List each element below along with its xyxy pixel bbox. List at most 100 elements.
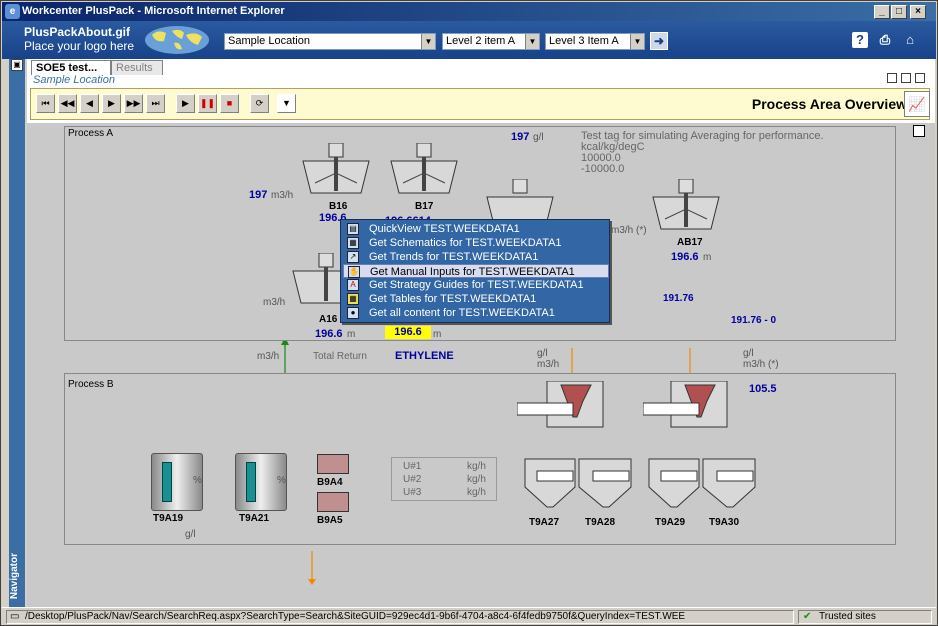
menu-item-manual-inputs[interactable]: ✋ Get Manual Inputs for TEST.WEEKDATA1 — [343, 264, 609, 278]
first-icon[interactable]: ⏮ — [36, 94, 55, 113]
level3-select[interactable]: Level 3 Item A ▼ — [545, 33, 645, 50]
menu-item-all-content[interactable]: ● Get all content for TEST.WEEKDATA1 — [343, 306, 609, 320]
dropdown-icon[interactable]: ▼ — [277, 94, 296, 113]
total-return-label: Total Return — [313, 351, 367, 362]
tag-b9a4[interactable]: B9A4 — [317, 477, 343, 488]
blower-b9a5-icon[interactable] — [317, 492, 349, 512]
step-back-icon[interactable]: ◀ — [80, 94, 99, 113]
top-flow-unit: g/l — [533, 132, 544, 143]
security-zone-text: Trusted sites — [819, 611, 876, 622]
return-unit: m3/h — [257, 351, 280, 362]
menu-item-schematics[interactable]: ▦ Get Schematics for TEST.WEEKDATA1 — [343, 236, 609, 250]
expand-icon[interactable] — [913, 125, 925, 137]
u1-unit: kg/h — [467, 461, 486, 472]
status-url-text: /Desktop/PlusPack/Nav/Search/SearchReq.a… — [25, 611, 686, 622]
last-icon[interactable]: ⏭ — [146, 94, 165, 113]
window-icon[interactable] — [901, 73, 911, 83]
tag-b16[interactable]: B16 — [329, 201, 347, 212]
step-forward-icon[interactable]: ▶ — [102, 94, 121, 113]
logo-filename: PlusPackAbout.gif — [24, 25, 131, 39]
mid-m3h-right: m3/h (*) — [743, 359, 779, 370]
value-range[interactable]: 191.76 - 0 — [731, 315, 776, 326]
highlighted-value[interactable]: 196.6 — [385, 326, 431, 339]
chevron-down-icon: ▼ — [421, 34, 435, 49]
tag-t9a19[interactable]: T9A19 — [153, 513, 183, 524]
process-a-label: Process A — [68, 128, 114, 139]
tag-ab17[interactable]: AB17 — [677, 237, 703, 248]
breadcrumb-location: Sample Location — [33, 74, 115, 86]
tag-b17[interactable]: B17 — [415, 201, 433, 212]
tab-soe5[interactable]: SOE5 test... — [31, 60, 111, 75]
silos-left-icon — [524, 458, 632, 508]
menu-item-label: Get Schematics for TEST.WEEKDATA1 — [369, 237, 562, 249]
logo-placeholder: Place your logo here — [24, 39, 135, 53]
stop-icon[interactable]: ■ — [220, 94, 239, 113]
chevron-down-icon: ▼ — [630, 34, 644, 49]
tag-b9a5[interactable]: B9A5 — [317, 515, 343, 526]
navigator-toggle-icon[interactable]: ▣ — [11, 59, 23, 71]
table-icon: ▦ — [347, 293, 359, 305]
pause-icon[interactable]: ❚❚ — [198, 94, 217, 113]
tag-a16[interactable]: A16 — [319, 314, 337, 325]
navigator-panel[interactable]: Navigator — [9, 59, 25, 607]
window-close-icon[interactable] — [915, 73, 925, 83]
page-icon: ▭ — [10, 611, 20, 622]
silos-right-icon — [648, 458, 756, 508]
tab-results[interactable]: Results — [111, 60, 163, 75]
value-ab17[interactable]: 196.6 — [671, 251, 699, 263]
tag-t9a29[interactable]: T9A29 — [655, 517, 685, 528]
value-105-5[interactable]: 105.5 — [749, 383, 777, 395]
t9a21-pct: % — [277, 475, 286, 486]
print-icon[interactable]: ⎙ — [877, 32, 893, 48]
top-flow-value[interactable]: 197 — [511, 131, 529, 143]
refresh-icon[interactable]: ⟳ — [250, 94, 269, 113]
menu-item-label: Get all content for TEST.WEEKDATA1 — [369, 307, 555, 319]
cyclone-left-icon — [517, 381, 604, 428]
blower-b9a4-icon[interactable] — [317, 454, 349, 474]
menu-item-tables[interactable]: ▦ Get Tables for TEST.WEEKDATA1 — [343, 292, 609, 306]
menu-item-strategy-guides[interactable]: A Get Strategy Guides for TEST.WEEKDATA1 — [343, 278, 609, 292]
mixer-ab17-icon — [652, 179, 720, 230]
quickview-icon: ▤ — [347, 223, 359, 235]
trend-chart-icon[interactable]: 📈 — [904, 91, 930, 117]
menu-item-label: Get Trends for TEST.WEEKDATA1 — [369, 251, 539, 263]
minimize-button[interactable]: _ — [874, 5, 890, 19]
menu-item-label: QuickView TEST.WEEKDATA1 — [369, 223, 520, 235]
level3-select-value: Level 3 Item A — [549, 35, 619, 47]
flow-unit-star: m3/h (*) — [611, 225, 647, 236]
help-icon[interactable]: ? — [852, 32, 868, 48]
mixer-b17-icon — [390, 143, 458, 194]
menu-item-quickview[interactable]: ▤ QuickView TEST.WEEKDATA1 — [343, 222, 609, 236]
status-url: ▭ /Desktop/PlusPack/Nav/Search/SearchReq… — [6, 610, 794, 624]
tag-t9a28[interactable]: T9A28 — [585, 517, 615, 528]
go-arrow-button[interactable]: ➜ — [650, 32, 668, 50]
globe-icon: ● — [347, 307, 359, 319]
value-a16[interactable]: 196.6 — [315, 328, 343, 340]
menu-item-trends[interactable]: ↗ Get Trends for TEST.WEEKDATA1 — [343, 250, 609, 264]
level2-select[interactable]: Level 2 item A ▼ — [442, 33, 540, 50]
close-button[interactable]: × — [910, 5, 926, 19]
chevron-down-icon: ▼ — [525, 34, 539, 49]
maximize-button[interactable]: □ — [891, 5, 907, 19]
fast-forward-icon[interactable]: ▶▶ — [124, 94, 143, 113]
menu-item-label: Get Manual Inputs for TEST.WEEKDATA1 — [370, 266, 575, 278]
location-select[interactable]: Sample Location ▼ — [224, 33, 436, 50]
t9a19-pct: % — [193, 475, 202, 486]
unit-ab17: m — [703, 252, 712, 263]
tag-t9a30[interactable]: T9A30 — [709, 517, 739, 528]
window-title: Workcenter PlusPack - Microsoft Internet… — [22, 5, 285, 17]
tag-t9a27[interactable]: T9A27 — [529, 517, 559, 528]
home-icon[interactable]: ⌂ — [902, 32, 918, 48]
mixer-b16-icon — [302, 143, 370, 194]
u3-unit: kg/h — [467, 487, 486, 498]
pdf-icon: A — [347, 279, 359, 291]
page-title: Process Area Overview — [751, 96, 907, 112]
level2-select-value: Level 2 item A — [446, 35, 516, 47]
play-icon[interactable]: ▶ — [176, 94, 195, 113]
rewind-icon[interactable]: ◀◀ — [58, 94, 77, 113]
restore-icon[interactable] — [887, 73, 897, 83]
flow-value[interactable]: 197 — [249, 189, 267, 201]
tag-t9a21[interactable]: T9A21 — [239, 513, 269, 524]
value-191-76[interactable]: 191.76 — [663, 293, 694, 304]
ie-icon: e — [5, 4, 20, 19]
